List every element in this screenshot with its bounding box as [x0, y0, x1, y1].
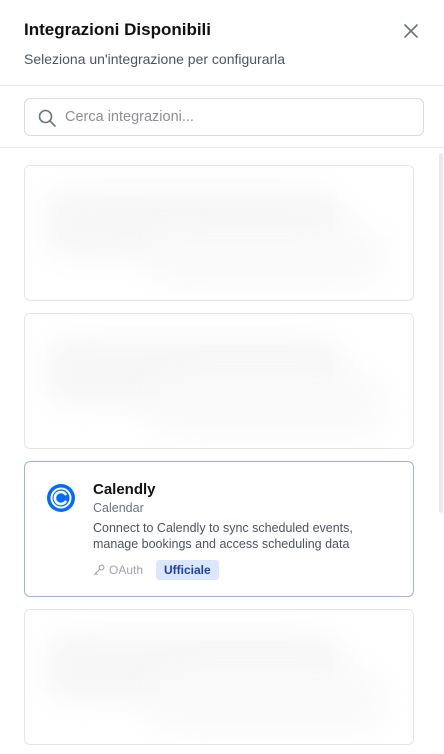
integration-description: Connect to Calendly to sync scheduled ev… [93, 521, 353, 551]
integrations-panel: Integrazioni Disponibili Seleziona un'in… [0, 0, 444, 754]
integration-card-loading[interactable] [24, 609, 414, 745]
integration-card-loading[interactable] [24, 313, 414, 449]
key-icon [93, 564, 105, 576]
integration-name: Calendly [93, 481, 156, 498]
scrollbar-thumb[interactable] [439, 153, 443, 513]
panel-header: Integrazioni Disponibili Seleziona un'in… [0, 0, 444, 86]
calendly-logo-icon [47, 484, 75, 512]
search-input[interactable] [65, 105, 415, 129]
close-button[interactable] [400, 20, 422, 42]
page-subtitle: Seleziona un'integrazione per configurar… [24, 51, 286, 67]
loading-placeholder [145, 226, 385, 286]
search-box[interactable] [24, 98, 424, 136]
auth-type-label: OAuth [109, 563, 144, 577]
close-icon [404, 24, 418, 38]
integration-list[interactable]: Calendly Calendar Connect to Calendly to… [0, 149, 444, 754]
integration-card-loading[interactable] [24, 165, 414, 301]
integration-card-calendly[interactable]: Calendly Calendar Connect to Calendly to… [24, 461, 414, 597]
loading-placeholder [145, 374, 385, 434]
search-section [0, 86, 444, 148]
official-badge: Ufficiale [156, 560, 219, 580]
search-icon [38, 109, 56, 127]
page-title: Integrazioni Disponibili [24, 20, 211, 39]
integration-category: Calendar [93, 501, 144, 515]
loading-placeholder [145, 670, 385, 730]
